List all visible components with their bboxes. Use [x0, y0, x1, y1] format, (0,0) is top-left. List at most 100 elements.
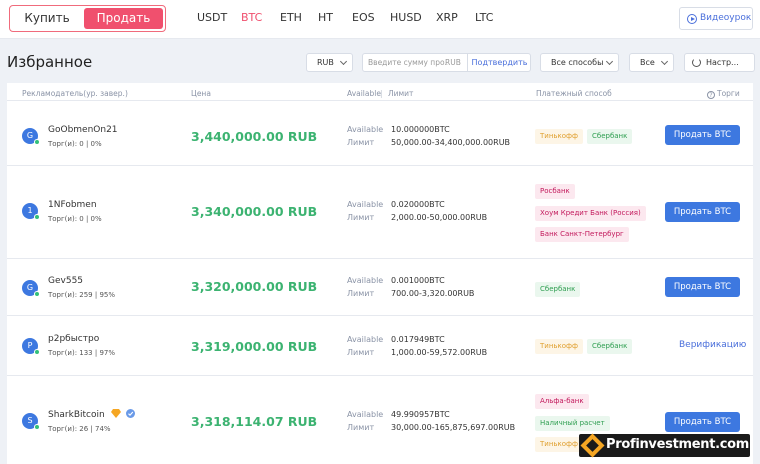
available-value: 10.000000BTC [391, 125, 450, 134]
avatar-letter: S [27, 416, 33, 425]
payment-method-badge: Сбербанк [587, 129, 633, 144]
video-tutorial-label: Видеоурок [700, 13, 752, 23]
avatar[interactable]: S [22, 413, 40, 430]
avatar[interactable]: P [22, 338, 40, 355]
buy-tab[interactable]: Купить [11, 7, 83, 30]
coin-tab-btc[interactable]: BTC [241, 11, 262, 24]
payment-method-badge: Тинькофф [535, 129, 584, 144]
trades-stats: Торг(и): 259 | 95% [48, 291, 116, 299]
payment-method-badge: Наличный расчет [535, 416, 610, 431]
online-status-dot [34, 349, 40, 355]
coin-tab-eos[interactable]: EOS [352, 11, 375, 24]
sell-btc-button[interactable]: Продать BTC [665, 125, 740, 145]
header-advertiser: Рекламодатель(ур. завер.) [22, 89, 128, 98]
coin-tab-usdt[interactable]: USDT [197, 11, 227, 24]
payment-method-value: Все способы [551, 58, 604, 67]
chevron-down-icon [339, 57, 348, 66]
avatar[interactable]: 1 [22, 203, 40, 220]
payment-method-badge: Банк Санкт-Петербург [535, 227, 629, 242]
confirm-button[interactable]: Подтвердить [467, 54, 531, 71]
advertiser-name[interactable]: p2pбыстро [48, 334, 99, 344]
settings-button[interactable]: Настр... [684, 53, 755, 72]
all-select[interactable]: Все [629, 53, 674, 72]
diamond-badge-icon [110, 409, 121, 418]
coin-tab-ltc[interactable]: LTC [475, 11, 493, 24]
amount-input[interactable] [368, 56, 448, 69]
coin-tab-eth[interactable]: ETH [280, 11, 302, 24]
header-trades-label: Торги [717, 89, 740, 98]
currency-select-value: RUB [317, 58, 334, 67]
table-row: P p2pбыстро Торг(и): 133 | 97% 3,319,000… [7, 316, 753, 376]
play-icon [687, 14, 697, 24]
avatar-letter: G [26, 131, 34, 140]
advertiser-name[interactable]: Gev555 [48, 276, 83, 286]
available-label: Available [347, 410, 384, 419]
chevron-down-icon [605, 57, 614, 66]
payment-method-badge: Сбербанк [587, 339, 633, 354]
video-tutorial-button[interactable]: Видеоурок [679, 7, 753, 30]
sell-btc-button[interactable]: Продать BTC [665, 412, 740, 432]
avatar-letter: 1 [27, 206, 33, 215]
avatar[interactable]: G [22, 280, 40, 297]
trades-stats: Торг(и): 0 | 0% [48, 215, 102, 223]
chevron-down-icon [660, 57, 669, 66]
help-icon[interactable]: ? [707, 91, 715, 99]
available-label: Available [347, 335, 384, 344]
amount-field: RUB Подтвердить [362, 53, 531, 72]
header-price: Цена [191, 89, 211, 98]
trades-stats: Торг(и): 0 | 0% [48, 140, 102, 148]
limit-value: 2,000.00-50,000.00RUB [391, 213, 488, 222]
price: 3,319,000.00 RUB [191, 339, 318, 354]
sell-tab[interactable]: Продать [84, 8, 163, 29]
online-status-dot [34, 139, 40, 145]
limit-label: Лимит [347, 289, 375, 298]
avatar[interactable]: G [22, 128, 40, 145]
limit-label: Лимит [347, 213, 375, 222]
header-divider-line [7, 100, 753, 101]
watermark: Profinvestment.com [579, 433, 750, 458]
payment-method-badge: Сбербанк [535, 282, 581, 297]
header-payment: Платежный способ [536, 89, 612, 98]
header-limit: Лимит [388, 89, 414, 98]
available-label: Available [347, 276, 384, 285]
advertiser-name[interactable]: GoObmenOn21 [48, 125, 118, 135]
limit-label: Лимит [347, 348, 375, 357]
available-label: Available [347, 200, 384, 209]
advertiser-name[interactable]: SharkBitcoin [48, 409, 136, 420]
price: 3,320,000.00 RUB [191, 279, 318, 294]
advertiser-name[interactable]: 1NFobmen [48, 200, 97, 210]
price: 3,440,000.00 RUB [191, 129, 318, 144]
verification-link[interactable]: Верификацию [679, 340, 746, 350]
sell-btc-button[interactable]: Продать BTC [665, 277, 740, 297]
refresh-icon [692, 58, 701, 67]
table-row: G Gev555 Торг(и): 259 | 95% 3,320,000.00… [7, 259, 753, 316]
coin-tab-husd[interactable]: HUSD [390, 11, 422, 24]
verified-badge-icon [126, 409, 136, 418]
price: 3,318,114.07 RUB [191, 414, 318, 429]
avatar-letter: P [27, 341, 33, 350]
payment-method-badge: Тинькофф [535, 339, 584, 354]
available-value: 0.017949BTC [391, 335, 445, 344]
header-available: Available [347, 89, 381, 98]
limit-value: 50,000.00-34,400,000.00RUB [391, 138, 511, 147]
payment-method-select[interactable]: Все способы [540, 53, 619, 72]
avatar-letter: G [26, 283, 34, 292]
limit-label: Лимит [347, 138, 375, 147]
available-value: 0.001000BTC [391, 276, 445, 285]
coin-tab-ht[interactable]: HT [318, 11, 333, 24]
settings-label: Настр... [706, 58, 739, 67]
payment-method-badge: Тинькофф [535, 437, 584, 452]
available-value: 49.990957BTC [391, 410, 450, 419]
currency-select[interactable]: RUB [306, 53, 353, 72]
payment-method-badge: Хоум Кредит Банк (Россия) [535, 206, 646, 221]
page-title: Избранное [7, 53, 93, 71]
buy-sell-toggle: Купить Продать [9, 5, 166, 32]
watermark-logo-icon [580, 433, 605, 458]
online-status-dot [34, 291, 40, 297]
header-trades: ? Торги [707, 89, 740, 99]
table-row: 1 1NFobmen Торг(и): 0 | 0% 3,340,000.00 … [7, 166, 753, 259]
sell-btc-button[interactable]: Продать BTC [665, 202, 740, 222]
watermark-text: Profinvestment.com [606, 437, 750, 452]
available-label: Available [347, 125, 384, 134]
coin-tab-xrp[interactable]: XRP [436, 11, 458, 24]
